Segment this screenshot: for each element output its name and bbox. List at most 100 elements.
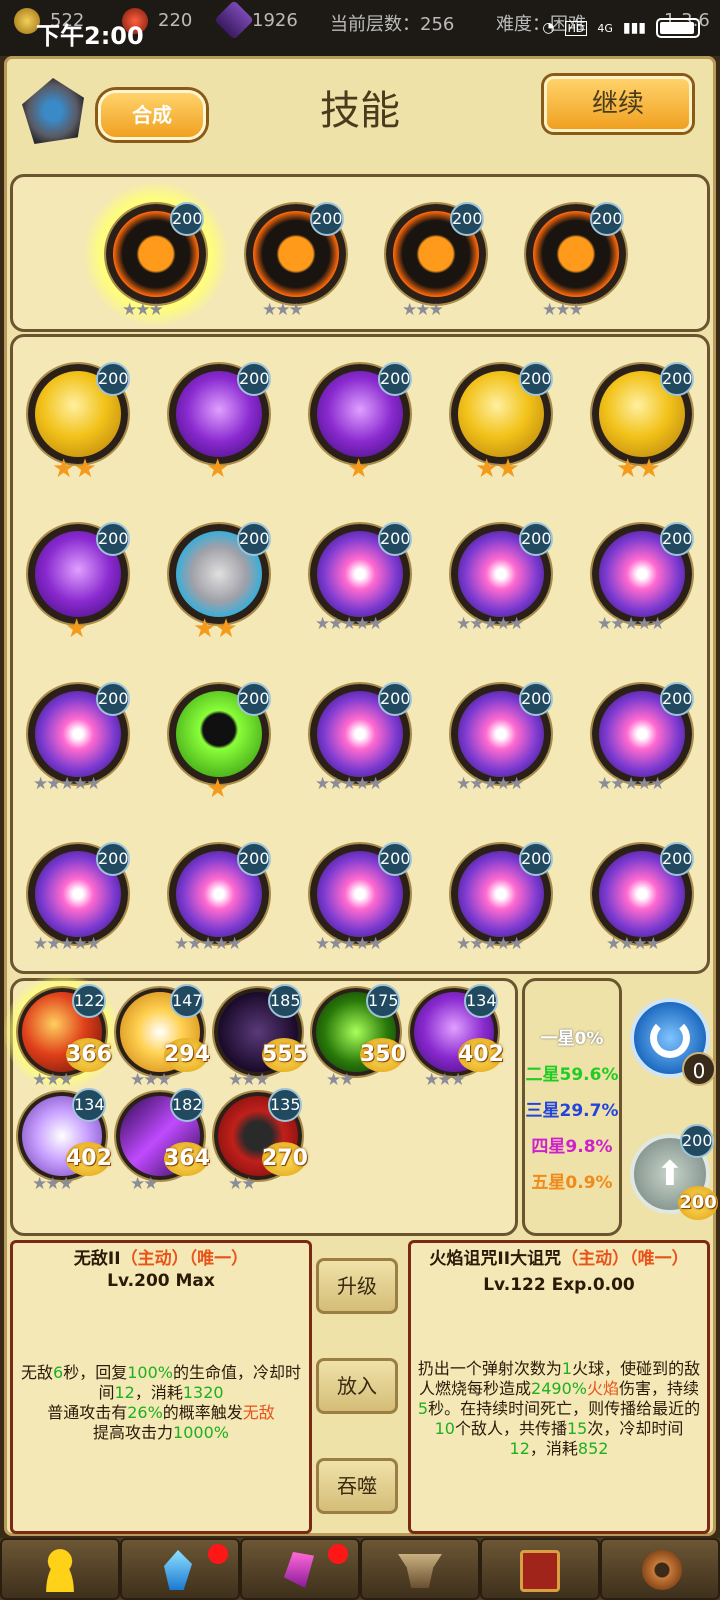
star-icon: ★ bbox=[469, 934, 484, 954]
star-icon: ★ bbox=[495, 614, 511, 634]
star-icon: ★ bbox=[619, 934, 634, 954]
star-rate-row: 四星9.8% bbox=[531, 1137, 613, 1157]
star-icon: ★ bbox=[475, 454, 498, 484]
star-rating: ★★ bbox=[475, 454, 520, 484]
skill-level-badge: 200 bbox=[310, 202, 344, 236]
star-icon: ★ bbox=[58, 1070, 74, 1090]
character-icon bbox=[40, 1548, 80, 1592]
star-icon: ★ bbox=[46, 774, 61, 794]
star-icon: ★ bbox=[645, 934, 661, 954]
skill-level-badge: 200 bbox=[590, 202, 624, 236]
star-icon: ★ bbox=[509, 614, 524, 634]
nav-gems[interactable] bbox=[120, 1538, 240, 1600]
star-icon: ★ bbox=[402, 300, 417, 320]
star-icon: ★ bbox=[193, 614, 216, 644]
devour-exp-value: 270 bbox=[262, 1142, 308, 1176]
star-icon: ★ bbox=[650, 774, 665, 794]
star-rating: ★★ bbox=[193, 614, 238, 644]
star-icon: ★ bbox=[227, 934, 242, 954]
star-rating: ★★★★★ bbox=[456, 614, 524, 634]
nav-character[interactable] bbox=[0, 1538, 120, 1600]
skill-level-badge: 200 bbox=[96, 842, 130, 876]
star-icon: ★ bbox=[315, 934, 330, 954]
skill-level-badge: 200 bbox=[660, 682, 694, 716]
star-rating: ★★★ bbox=[542, 300, 584, 320]
star-icon: ★ bbox=[509, 934, 524, 954]
crystals-notification-dot bbox=[328, 1544, 348, 1564]
star-icon: ★ bbox=[339, 1070, 354, 1090]
nav-book[interactable] bbox=[480, 1538, 600, 1600]
star-icon: ★ bbox=[450, 1070, 466, 1090]
star-icon: ★ bbox=[368, 614, 383, 634]
star-icon: ★ bbox=[315, 774, 330, 794]
star-icon: ★ bbox=[174, 934, 189, 954]
star-rating: ★ bbox=[347, 454, 370, 484]
star-icon: ★ bbox=[328, 774, 343, 794]
star-icon: ★ bbox=[86, 934, 101, 954]
star-rating: ★★★★★ bbox=[456, 774, 524, 794]
upgrade-button[interactable]: 升级 bbox=[316, 1258, 398, 1314]
star-rating: ★★★★★ bbox=[597, 614, 665, 634]
star-rating: ★★★ bbox=[122, 300, 164, 320]
star-icon: ★ bbox=[637, 454, 660, 484]
star-icon: ★ bbox=[275, 300, 290, 320]
up-arrow-icon: ⬆ bbox=[655, 1154, 685, 1194]
star-icon: ★ bbox=[213, 934, 229, 954]
star-rating: ★★★★★ bbox=[174, 934, 242, 954]
star-icon: ★ bbox=[328, 934, 343, 954]
gems-notification-dot bbox=[208, 1544, 228, 1564]
blue-gem-icon bbox=[164, 1550, 192, 1590]
star-icon: ★ bbox=[636, 614, 652, 634]
devour-exp-value: 364 bbox=[164, 1142, 210, 1176]
star-icon: ★ bbox=[206, 454, 229, 484]
star-icon: ★ bbox=[424, 1070, 439, 1090]
star-icon: ★ bbox=[341, 614, 357, 634]
nav-forge[interactable] bbox=[360, 1538, 480, 1600]
star-rate-row: 一星0% bbox=[540, 1029, 604, 1049]
star-icon: ★ bbox=[241, 1174, 256, 1194]
star-icon: ★ bbox=[32, 1174, 47, 1194]
skill-level-badge: 200 bbox=[519, 522, 553, 556]
skill-level-badge: 200 bbox=[237, 842, 271, 876]
put-in-button[interactable]: 放入 bbox=[316, 1358, 398, 1414]
devour-exp-value: 294 bbox=[164, 1038, 210, 1072]
star-icon: ★ bbox=[143, 1174, 158, 1194]
star-icon: ★ bbox=[58, 1174, 74, 1194]
star-rating: ★★ bbox=[616, 454, 661, 484]
star-icon: ★ bbox=[143, 1070, 158, 1090]
target-skill-name: 火焰诅咒II大诅咒（主动）（唯一） bbox=[429, 1249, 689, 1269]
star-rating: ★★★★★ bbox=[456, 934, 524, 954]
star-icon: ★ bbox=[555, 300, 570, 320]
skill-level-badge: 200 bbox=[96, 362, 130, 396]
skill-level-badge: 200 bbox=[519, 362, 553, 396]
star-icon: ★ bbox=[437, 1070, 452, 1090]
star-icon: ★ bbox=[428, 300, 444, 320]
skill-level-badge: 200 bbox=[519, 682, 553, 716]
star-rate-row: 五星0.9% bbox=[531, 1173, 613, 1193]
skill-level-badge: 122 bbox=[72, 984, 106, 1018]
devour-exp-value: 350 bbox=[360, 1038, 406, 1072]
star-icon: ★ bbox=[496, 454, 519, 484]
nav-settings[interactable] bbox=[600, 1538, 720, 1600]
star-rating: ★★★★★ bbox=[33, 934, 101, 954]
star-icon: ★ bbox=[610, 614, 625, 634]
nav-crystals[interactable] bbox=[240, 1538, 360, 1600]
star-rating: ★★★★★ bbox=[315, 614, 383, 634]
devour-button[interactable]: 吞噬 bbox=[316, 1458, 398, 1514]
star-icon: ★ bbox=[610, 774, 625, 794]
star-icon: ★ bbox=[59, 774, 75, 794]
star-icon: ★ bbox=[45, 1070, 60, 1090]
star-icon: ★ bbox=[495, 774, 511, 794]
star-icon: ★ bbox=[52, 454, 75, 484]
star-icon: ★ bbox=[368, 774, 383, 794]
refresh-count: 0 bbox=[682, 1052, 716, 1086]
spellbook-icon bbox=[520, 1550, 560, 1592]
skill-level-badge: 200 bbox=[96, 682, 130, 716]
star-icon: ★ bbox=[354, 934, 370, 954]
skill-level-badge: 200 bbox=[660, 842, 694, 876]
alarm-icon: ◔ bbox=[542, 20, 555, 36]
continue-button[interactable]: 继续 bbox=[544, 76, 692, 132]
star-icon: ★ bbox=[33, 774, 48, 794]
star-rating: ★★★ bbox=[228, 1070, 270, 1090]
skill-level-badge: 200 bbox=[378, 682, 412, 716]
